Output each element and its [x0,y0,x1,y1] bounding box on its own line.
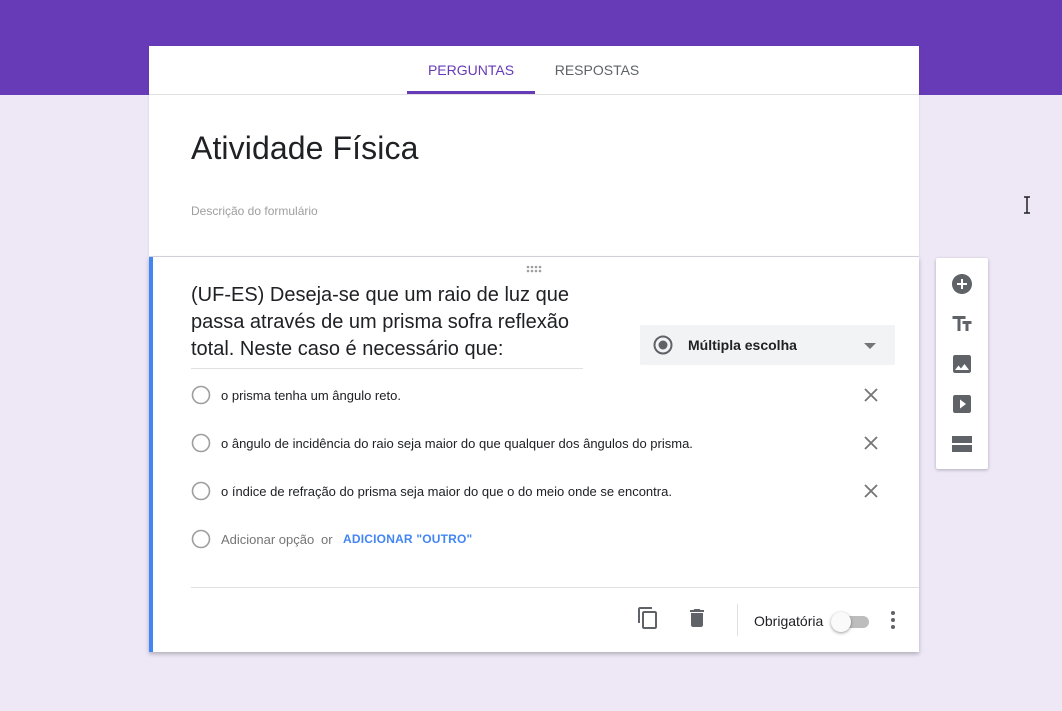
tab-bar: PERGUNTAS RESPOSTAS [149,46,919,95]
delete-icon[interactable] [685,606,709,630]
radio-unchecked-icon [191,433,211,453]
question-type-select[interactable]: Múltipla escolha [640,325,895,365]
question-card[interactable]: (UF-ES) Deseja-se que um raio de luz que… [149,257,919,652]
more-vert-icon[interactable] [881,608,905,632]
footer-separator [737,604,738,636]
active-card-accent [149,257,153,652]
add-circle-icon[interactable] [950,272,974,296]
add-option-row: Adicionar opção or ADICIONAR "OUTRO" [191,527,691,551]
image-icon[interactable] [950,352,974,376]
add-other-button[interactable]: ADICIONAR "OUTRO" [343,532,472,546]
tab-perguntas[interactable]: PERGUNTAS [407,46,535,93]
form-header-card: PERGUNTAS RESPOSTAS Atividade Física Des… [149,46,1030,256]
active-tab-indicator [407,91,535,94]
copy-icon[interactable] [636,606,660,630]
question-type-label: Múltipla escolha [688,337,797,353]
tab-respostas[interactable]: RESPOSTAS [535,46,659,93]
option-label-input[interactable]: o prisma tenha um ângulo reto. [221,388,401,403]
close-icon[interactable] [861,433,881,453]
close-icon[interactable] [861,385,881,405]
chevron-down-icon [864,343,876,349]
add-option-button[interactable]: Adicionar opção [221,532,314,547]
radio-unchecked-icon [191,481,211,501]
radio-unchecked-icon [191,385,211,405]
title-icon[interactable] [950,312,974,336]
form-title[interactable]: Atividade Física [191,130,418,167]
radio-checked-icon [653,335,673,355]
close-icon[interactable] [861,481,881,501]
side-toolbar [936,258,988,469]
option-label-input[interactable]: o ângulo de incidência do raio seja maio… [221,436,693,451]
section-icon[interactable] [950,432,974,456]
required-label: Obrigatória [754,613,824,629]
text-cursor-icon [1024,196,1030,214]
option-label-input[interactable]: o índice de refração do prisma seja maio… [221,484,672,499]
toggle-thumb [831,612,851,632]
question-title-input[interactable]: (UF-ES) Deseja-se que um raio de luz que… [191,282,583,369]
option-row: o ângulo de incidência do raio seja maio… [191,431,891,455]
option-row: o índice de refração do prisma seja maio… [191,479,891,503]
option-row: o prisma tenha um ângulo reto. [191,383,891,407]
required-toggle[interactable] [831,611,869,632]
form-description-input[interactable]: Descrição do formulário [191,204,318,218]
or-label: or [321,532,333,547]
radio-unchecked-icon [191,529,211,549]
video-icon[interactable] [950,392,974,416]
drag-handle-icon[interactable] [526,265,542,273]
footer-divider [191,587,919,588]
